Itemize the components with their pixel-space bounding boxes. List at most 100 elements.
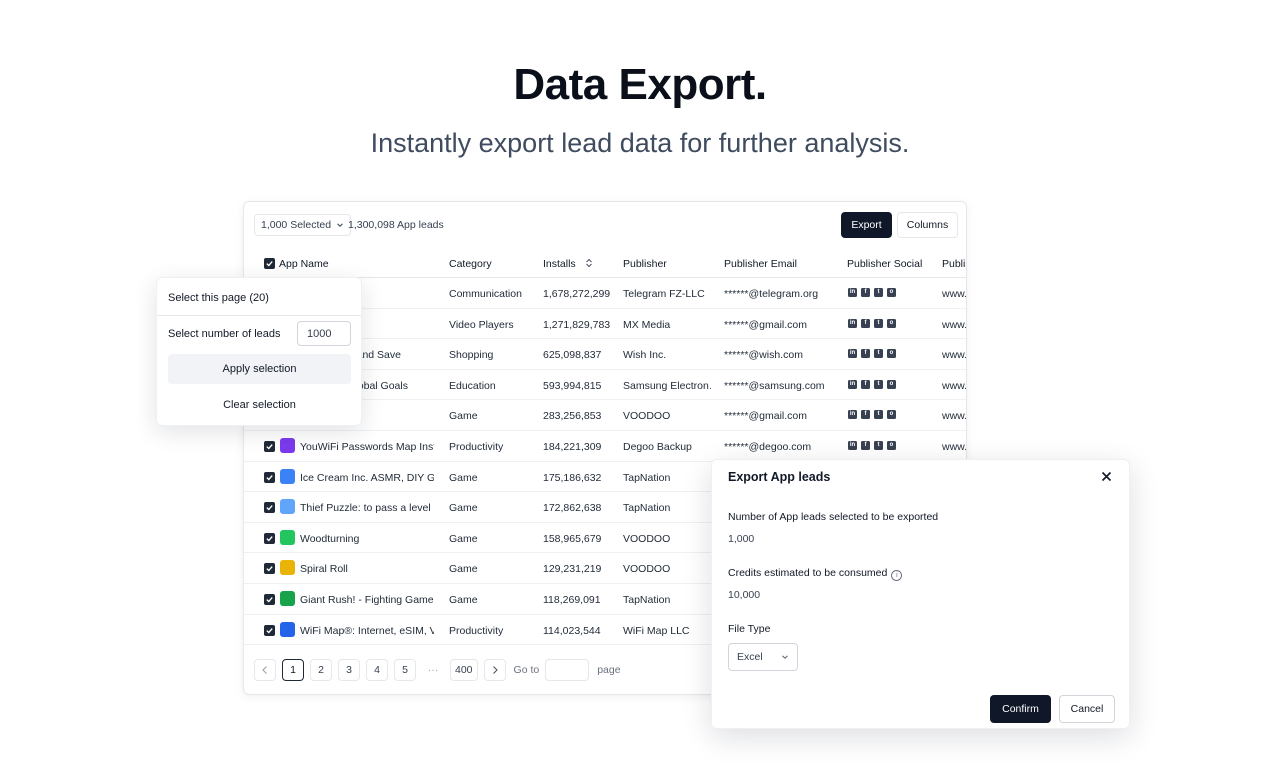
clear-selection-button[interactable]: Clear selection: [168, 391, 351, 419]
twitter-icon[interactable]: t: [874, 379, 883, 389]
web-cell: www.: [942, 441, 967, 453]
instagram-icon[interactable]: o: [887, 288, 896, 297]
column-header-category[interactable]: Category: [449, 258, 492, 270]
table-header: App Name Category Installs Publisher Pub…: [244, 248, 966, 278]
twitter-icon[interactable]: t: [874, 410, 883, 420]
columns-button[interactable]: Columns: [897, 212, 958, 238]
modal-title: Export App leads: [728, 470, 831, 484]
facebook-icon[interactable]: f: [861, 379, 870, 389]
page-button-3[interactable]: 3: [338, 659, 360, 681]
publisher-cell: TapNation: [623, 471, 671, 484]
instagram-icon[interactable]: o: [887, 441, 896, 450]
cancel-button[interactable]: Cancel: [1059, 695, 1115, 723]
publisher-cell: Samsung Electron…: [623, 379, 711, 392]
page-button-last[interactable]: 400: [450, 659, 478, 681]
leads-selected-label: Number of App leads selected to be expor…: [728, 511, 939, 523]
pagination-ellipsis[interactable]: ···: [422, 659, 444, 681]
installs-cell: 118,269,091: [543, 594, 601, 606]
row-checkbox[interactable]: [264, 441, 275, 452]
linkedin-icon[interactable]: in: [848, 288, 857, 297]
prev-page-button[interactable]: [254, 659, 276, 681]
goto-page-input[interactable]: [545, 659, 590, 681]
sort-icon[interactable]: [585, 258, 593, 268]
page-button-1[interactable]: 1: [282, 659, 304, 681]
row-checkbox[interactable]: [264, 502, 275, 514]
app-name-cell[interactable]: Thief Puzzle: to pass a level: [300, 502, 434, 514]
facebook-icon[interactable]: f: [861, 410, 870, 420]
facebook-icon[interactable]: f: [861, 288, 870, 297]
instagram-icon[interactable]: o: [887, 410, 896, 420]
check-icon: [266, 444, 273, 450]
installs-cell: 114,023,544: [543, 624, 601, 637]
social-links: in f t o: [848, 288, 896, 297]
app-name-cell[interactable]: Woodturning: [300, 533, 434, 545]
linkedin-icon[interactable]: in: [848, 410, 857, 420]
facebook-icon[interactable]: f: [861, 441, 870, 450]
file-type-select[interactable]: Excel: [728, 643, 798, 671]
linkedin-icon[interactable]: in: [848, 318, 857, 328]
page-button-2[interactable]: 2: [310, 659, 332, 681]
category-cell: Game: [449, 471, 478, 484]
instagram-icon[interactable]: o: [887, 349, 896, 359]
close-icon[interactable]: [1098, 468, 1114, 484]
next-page-button[interactable]: [483, 659, 506, 681]
export-button[interactable]: Export: [841, 212, 892, 238]
social-links: in f t o: [848, 379, 896, 389]
check-icon: [266, 566, 273, 572]
installs-cell: 593,994,815: [543, 379, 602, 392]
row-checkbox[interactable]: [264, 594, 275, 605]
row-checkbox[interactable]: [264, 532, 275, 544]
twitter-icon[interactable]: t: [874, 318, 883, 328]
credits-label: Credits estimated to be consumed: [728, 567, 888, 579]
instagram-icon[interactable]: o: [887, 318, 896, 328]
select-all-checkbox[interactable]: [264, 258, 275, 269]
app-name-cell[interactable]: Ice Cream Inc. ASMR, DIY Gam: [300, 472, 434, 484]
linkedin-icon[interactable]: in: [848, 379, 857, 389]
email-cell: ******@telegram.org: [724, 288, 819, 300]
table-row[interactable]: YouWiFi Passwords Map Instal Productivity…: [244, 431, 966, 462]
info-icon[interactable]: i: [891, 570, 903, 581]
installs-cell: 129,231,219: [543, 563, 602, 576]
row-checkbox[interactable]: [264, 471, 275, 483]
column-header-publisher[interactable]: Publisher: [623, 258, 667, 270]
app-name-cell[interactable]: Giant Rush! - Fighting Games: [300, 594, 434, 606]
page-button-4[interactable]: 4: [366, 659, 388, 681]
page-button-5[interactable]: 5: [394, 659, 416, 681]
twitter-icon[interactable]: t: [874, 349, 883, 359]
social-links: in f t o: [848, 318, 896, 328]
popover-divider: [157, 315, 361, 316]
check-icon: [266, 597, 273, 603]
category-cell: Game: [449, 502, 478, 515]
check-icon: [266, 535, 273, 542]
app-name-cell[interactable]: WiFi Map®: Internet, eSIM, VPI: [300, 625, 434, 637]
facebook-icon[interactable]: f: [861, 349, 870, 359]
instagram-icon[interactable]: o: [887, 379, 896, 389]
column-header-publisher-social[interactable]: Publisher Social: [847, 258, 922, 270]
column-header-publisher-website[interactable]: Publis: [942, 258, 966, 270]
app-name-cell[interactable]: Spiral Roll: [300, 563, 434, 575]
check-icon: [266, 261, 273, 267]
page-title: Data Export.: [513, 60, 767, 109]
selection-dropdown[interactable]: 1,000 Selected: [254, 214, 352, 236]
installs-cell: 283,256,853: [543, 410, 602, 423]
confirm-button[interactable]: Confirm: [990, 695, 1051, 723]
column-header-installs[interactable]: Installs: [543, 258, 593, 270]
facebook-icon[interactable]: f: [861, 318, 870, 328]
linkedin-icon[interactable]: in: [848, 441, 857, 450]
twitter-icon[interactable]: t: [874, 288, 883, 297]
app-name-cell[interactable]: YouWiFi Passwords Map Instal: [300, 441, 434, 453]
select-this-page-option[interactable]: Select this page (20): [168, 292, 269, 304]
publisher-cell: Wish Inc.: [623, 349, 667, 362]
row-checkbox[interactable]: [264, 624, 275, 636]
column-header-publisher-email[interactable]: Publisher Email: [724, 258, 797, 270]
app-icon: [280, 621, 295, 637]
row-checkbox[interactable]: [264, 563, 275, 575]
category-cell: Game: [449, 563, 478, 576]
apply-selection-button[interactable]: Apply selection: [168, 354, 351, 384]
column-header-app-name[interactable]: App Name: [279, 258, 329, 270]
column-header-installs-label: Installs: [543, 258, 576, 270]
leads-number-input[interactable]: 1000: [297, 321, 351, 346]
category-cell: Productivity: [449, 624, 504, 637]
twitter-icon[interactable]: t: [874, 441, 883, 450]
linkedin-icon[interactable]: in: [848, 349, 857, 359]
